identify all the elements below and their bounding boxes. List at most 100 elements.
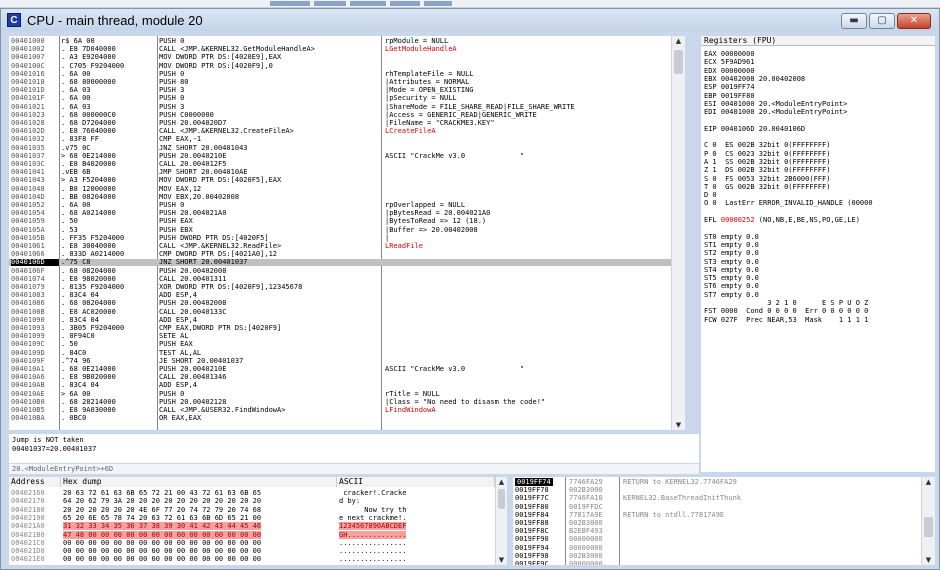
disasm-row[interactable]: 00401007 . A3 E9204000 MOV DWORD PTR DS:[4…	[9, 54, 671, 61]
dump-address[interactable]: 00402170	[11, 497, 45, 505]
disasm-row[interactable]: 00401093 . 3B05 F9204000 CMP EAX,DWORD PTR…	[9, 325, 671, 332]
dump-header-address[interactable]: Address	[9, 477, 61, 487]
scroll-up-arrow-icon[interactable]: ▲	[922, 477, 935, 487]
disasm-row[interactable]: 004010A1 . 68 0E214000 PUSH 20.0040210E ASC…	[9, 366, 671, 373]
dump-hex[interactable]: 47 48 00 00 00 00 00 00 00 00 00 00 00 0…	[63, 530, 262, 539]
register-line[interactable]: EAX 00000000	[704, 50, 755, 58]
stack-value[interactable]: 00000000	[569, 535, 603, 543]
register-line[interactable]: FST 0000 Cond 0 0 0 0 Err 0 0 0 0 0 0	[704, 307, 868, 315]
register-line[interactable]: ST7 empty 0.0	[704, 291, 759, 299]
dump-hex[interactable]: 20 20 20 20 20 20 4E 6F 77 20 74 72 79 2…	[63, 506, 261, 514]
register-line[interactable]: EDX 00000000	[704, 67, 755, 75]
disasm-row[interactable]: 00401021 . 6A 03 PUSH 3 |ShareMode = FILE_S…	[9, 103, 671, 111]
dump-hex[interactable]: 65 20 6E 65 78 74 20 63 72 61 63 6B 6D 6…	[63, 514, 261, 522]
scroll-thumb[interactable]	[498, 489, 505, 509]
disasm-row[interactable]: 0040106F . 68 08204000 PUSH 20.00402008	[9, 267, 671, 275]
register-line[interactable]: EIP 0040106D 20.0040106D	[704, 125, 805, 133]
scroll-up-arrow-icon[interactable]: ▲	[496, 477, 507, 487]
register-line[interactable]: ST0 empty 0.0	[704, 233, 759, 241]
close-button[interactable]: ✕	[897, 13, 931, 29]
disasm-row[interactable]: 0040103C . E8 B4020000 CALL 20.004012F5	[9, 161, 671, 168]
stack-scrollbar[interactable]: ▲ ▼	[921, 477, 935, 565]
dump-ascii[interactable]: ................	[339, 547, 406, 555]
disasm-row[interactable]: 004010AB . 83C4 04 ADD ESP,4	[9, 382, 671, 389]
stack-address[interactable]: 0019FF98	[515, 552, 549, 560]
disasm-row[interactable]: 00401083 . 83C4 04 ADD ESP,4	[9, 292, 671, 299]
disasm-row[interactable]: 00401052 . 6A 00 PUSH 0 rpOverlapped = NULL	[9, 202, 671, 209]
disasm-row[interactable]: 0040100C . C705 F9204000 MOV DWORD PTR DS:…	[9, 62, 671, 70]
stack-address[interactable]: 0019FF84	[515, 511, 549, 519]
stack-comment[interactable]: RETURN to KERNEL32.7746FA29	[623, 478, 737, 486]
stack-address[interactable]: 0019FF74	[515, 478, 553, 486]
dump-ascii[interactable]: ................	[339, 555, 406, 563]
dump-ascii[interactable]: 1234567890ABCDEF	[339, 522, 407, 531]
stack-value[interactable]: B2EBF493	[569, 527, 603, 535]
disasm-row[interactable]: 004010AE > 6A 00 PUSH 0 rTitle = NULL	[9, 390, 671, 398]
dump-ascii[interactable]: ................	[339, 539, 406, 547]
dump-hex[interactable]: 64 20 62 79 3A 20 20 20 20 20 20 20 20 2…	[63, 497, 261, 505]
dump-address[interactable]: 004021A0	[11, 522, 45, 530]
stack-value[interactable]: 77817A9E	[569, 511, 603, 519]
dump-address[interactable]: 00402180	[11, 506, 45, 514]
register-line[interactable]: ECX 5F9AD961	[704, 58, 755, 66]
register-line[interactable]: ST4 empty 0.0	[704, 266, 759, 274]
dump-address[interactable]: 004021C0	[11, 539, 45, 547]
dump-address[interactable]: 004021B0	[11, 531, 45, 539]
minimize-button[interactable]: ▬	[841, 13, 867, 29]
register-line[interactable]: EFL 00000252 (NO,NB,E,BE,NS,PO,GE,LE)	[704, 216, 860, 224]
dump-scrollbar[interactable]: ▲ ▼	[495, 477, 507, 565]
taskbar-item[interactable]	[350, 1, 386, 6]
disasm-row[interactable]: 00401028 . 68 D7204000 PUSH 20.004020D7 |Fi…	[9, 120, 671, 127]
title-bar[interactable]: C CPU - main thread, module 20 ▬ ▢ ✕	[1, 9, 939, 31]
disasm-row[interactable]: 00401016 . 6A 00 PUSH 0 rhTemplateFile = NU…	[9, 70, 671, 78]
stack-address[interactable]: 0019FF7C	[515, 494, 549, 502]
stack-address[interactable]: 0019FF9C	[515, 560, 549, 565]
disasm-row[interactable]: 004010B5 . E8 9A030000 CALL <JMP.&USER32.F…	[9, 407, 671, 414]
register-line[interactable]: ST5 empty 0.0	[704, 274, 759, 282]
register-line[interactable]: ST6 empty 0.0	[704, 282, 759, 290]
maximize-button[interactable]: ▢	[869, 13, 895, 29]
disasm-row[interactable]: 00401086 . 68 08204000 PUSH 20.00402008	[9, 300, 671, 307]
dump-ascii[interactable]: e next crackme!.	[339, 514, 406, 522]
register-line[interactable]: O 0 LastErr ERROR_INVALID_HANDLE (00000	[704, 199, 873, 207]
dump-ascii[interactable]: d by:	[339, 497, 406, 505]
disasm-row[interactable]: 00401002 . E8 7D040000 CALL <JMP.&KERNEL32…	[9, 46, 671, 53]
disasm-row[interactable]: 00401035 .v75 0C JNZ SHORT 20.00401043	[9, 144, 671, 152]
taskbar-item[interactable]	[314, 1, 346, 6]
disasm-row[interactable]: 00401099 . 0F94C0 SETE AL	[9, 333, 671, 340]
disasm-row[interactable]: 00401000 r$ 6A 00 PUSH 0 rpModule = NULL	[9, 38, 671, 45]
stack-value[interactable]: 002B3000	[569, 519, 603, 527]
dump-address[interactable]: 004021D0	[11, 547, 45, 555]
disasm-row[interactable]: 0040104D . BB 08204000 MOV EBX,20.00402008	[9, 193, 671, 201]
disasm-row[interactable]: 00401048 . B8 12000000 MOV EAX,12	[9, 185, 671, 193]
disasm-row[interactable]: 00401059 . 50 PUSH EAX |BytesToRead => 12 (…	[9, 218, 671, 225]
dump-pane[interactable]: Address Hex dump ASCII ▲ ▼ 00402160 20 63…	[9, 477, 507, 565]
register-line[interactable]: S 0 FS 0053 32bit 2B6000(FFF)	[704, 175, 830, 183]
stack-value[interactable]: 7746FA29	[569, 478, 603, 486]
stack-address[interactable]: 0019FF80	[515, 503, 549, 511]
disasm-row[interactable]: 00401079 . 8135 F9204000 XOR DWORD PTR DS:…	[9, 284, 671, 291]
scroll-down-arrow-icon[interactable]: ▼	[496, 555, 507, 565]
stack-pane[interactable]: ▲ ▼ 0019FF74 7746FA29 RETURN to KERNEL32.7…	[513, 477, 935, 565]
taskbar-item[interactable]	[270, 1, 310, 6]
stack-address[interactable]: 0019FF94	[515, 544, 549, 552]
dump-hex[interactable]: 00 00 00 00 00 00 00 00 00 00 00 00 00 0…	[63, 547, 261, 555]
disasm-row[interactable]: 0040105A . 53 PUSH EBX |Buffer => 20.004020…	[9, 226, 671, 234]
stack-value[interactable]: 00000000	[569, 560, 603, 565]
register-line[interactable]: P 0 CS 0023 32bit 0(FFFFFFFF)	[704, 150, 830, 158]
register-line[interactable]: A 1 SS 002B 32bit 0(FFFFFFFF)	[704, 158, 830, 166]
disasm-row[interactable]: 0040109D . 84C0 TEST AL,AL	[9, 349, 671, 357]
disasm-row[interactable]: 00401054 . 68 A0214000 PUSH 20.004021A0 |pB…	[9, 210, 671, 217]
disasm-row[interactable]: 00401032 . 83F8 FF CMP EAX,-1	[9, 136, 671, 143]
stack-comment[interactable]: KERNEL32.BaseThreadInitThunk	[623, 494, 741, 502]
stack-address[interactable]: 0019FF78	[515, 486, 549, 494]
dump-ascii[interactable]: GH..............	[339, 530, 407, 539]
dump-hex[interactable]: 31 32 33 34 35 36 37 38 39 30 41 42 43 4…	[63, 522, 262, 531]
stack-address[interactable]: 0019FF8C	[515, 527, 549, 535]
disasm-row[interactable]: 00401018 . 68 80000000 PUSH 80 |Attributes …	[9, 79, 671, 86]
register-line[interactable]: ESP 0019FF74	[704, 83, 755, 91]
disasm-row[interactable]: 004010B0 . 68 28214000 PUSH 20.00402128 |Cl…	[9, 398, 671, 406]
scroll-down-arrow-icon[interactable]: ▼	[922, 555, 935, 565]
dump-ascii[interactable]: cracker!.Cracke	[339, 489, 406, 497]
disasm-row[interactable]: 004010A6 . E8 9B020000 CALL 20.00401346	[9, 374, 671, 381]
